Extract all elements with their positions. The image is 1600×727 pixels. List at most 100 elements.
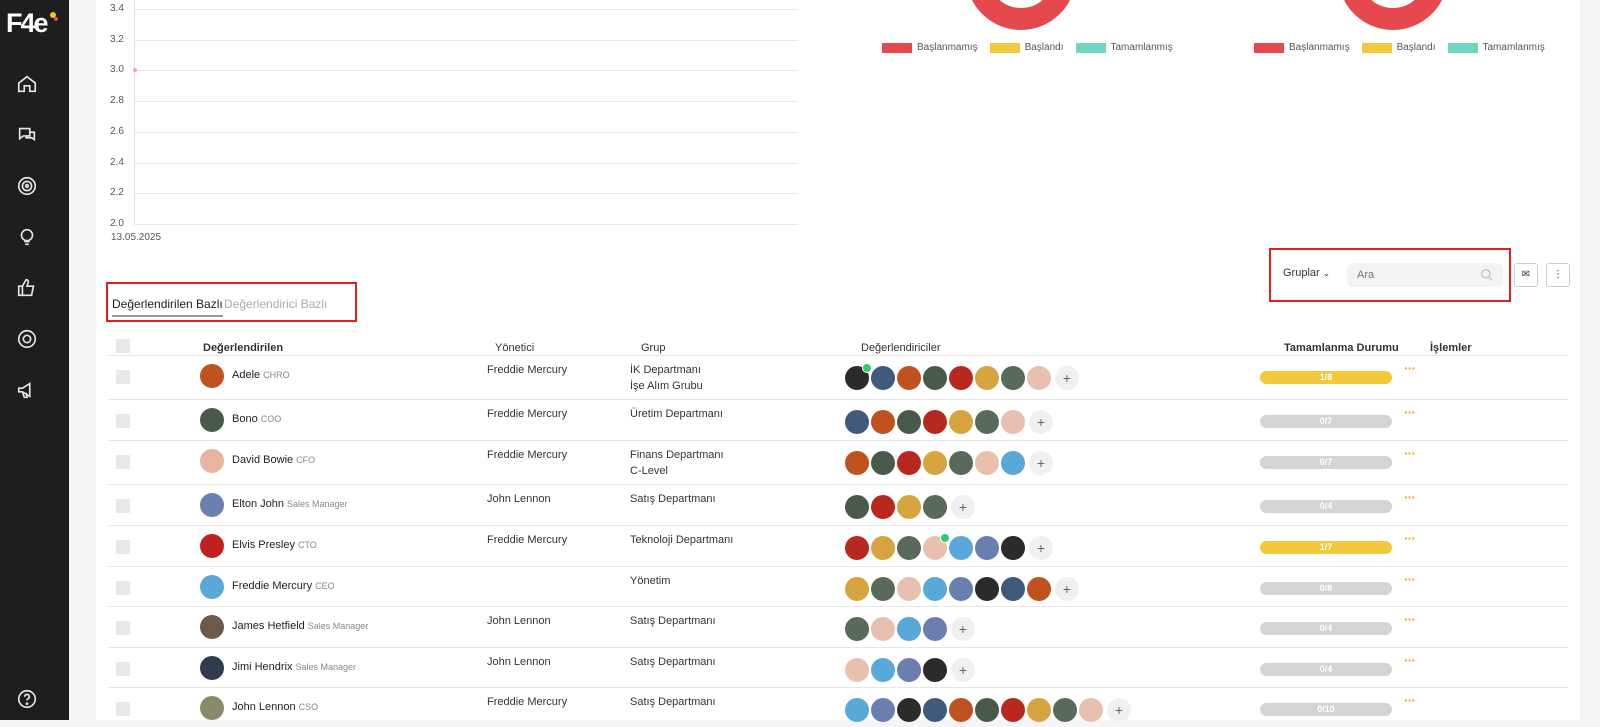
evaluator-avatar[interactable] (923, 698, 947, 722)
evaluator-avatar[interactable] (845, 451, 869, 475)
evaluator-avatar[interactable] (845, 363, 872, 390)
evaluator-avatar[interactable] (1001, 366, 1025, 390)
evaluator-avatar[interactable] (975, 451, 999, 475)
evaluator-avatar[interactable] (1027, 698, 1051, 722)
evaluator-avatar[interactable] (1027, 366, 1051, 390)
tab-evaluated-based[interactable]: Değerlendirilen Bazlı (112, 297, 223, 317)
row-checkbox[interactable] (116, 499, 130, 513)
header-evaluators[interactable]: Değerlendiriciler (861, 342, 940, 354)
add-evaluator-button[interactable]: + (1029, 451, 1053, 475)
evaluator-avatar[interactable] (897, 577, 921, 601)
evaluated-name[interactable]: Jimi Hendrix Sales Manager (232, 661, 356, 673)
evaluated-name[interactable]: Adele CHRO (232, 369, 290, 381)
megaphone-icon[interactable] (16, 379, 38, 401)
evaluated-name[interactable]: David Bowie CFO (232, 454, 315, 466)
evaluator-avatar[interactable] (845, 495, 869, 519)
row-actions-menu[interactable]: ··· (1404, 360, 1416, 376)
row-checkbox[interactable] (116, 702, 130, 716)
chat-icon[interactable] (16, 124, 38, 146)
evaluator-avatar[interactable] (871, 451, 895, 475)
evaluated-name[interactable]: Bono COO (232, 413, 281, 425)
evaluator-avatar[interactable] (1001, 577, 1025, 601)
evaluated-name[interactable]: James Hetfield Sales Manager (232, 620, 368, 632)
more-options-button[interactable]: ⋮ (1546, 263, 1570, 287)
evaluated-name[interactable]: Elton John Sales Manager (232, 498, 348, 510)
search-icon[interactable] (1480, 268, 1494, 282)
header-evaluated[interactable]: Değerlendirilen (203, 342, 283, 354)
tab-evaluator-based[interactable]: Değerlendirici Bazlı (224, 297, 327, 311)
legend-not-started[interactable]: Başlanmamış (882, 42, 978, 53)
evaluator-avatar[interactable] (949, 410, 973, 434)
legend-not-started[interactable]: Başlanmamış (1254, 42, 1350, 53)
evaluator-avatar[interactable] (949, 451, 973, 475)
table-row[interactable]: Elton John Sales Manager John Lennon Satı… (108, 484, 1568, 525)
evaluator-avatar[interactable] (1001, 536, 1025, 560)
legend-completed[interactable]: Tamamlanmış (1447, 42, 1545, 53)
add-evaluator-button[interactable]: + (1029, 410, 1053, 434)
header-completion-status[interactable]: Tamamlanma Durumu (1284, 342, 1399, 354)
legend-started[interactable]: Başlandı (1361, 42, 1436, 53)
row-checkbox[interactable] (116, 370, 130, 384)
evaluator-avatar[interactable] (923, 577, 947, 601)
evaluator-avatar[interactable] (897, 617, 921, 641)
evaluator-avatar[interactable] (897, 536, 921, 560)
table-row[interactable]: Bono COO Freddie Mercury Üretim Departman… (108, 399, 1568, 440)
groups-dropdown[interactable]: Gruplar ⌄ (1283, 267, 1330, 279)
app-logo[interactable]: F4e (6, 8, 56, 39)
legend-started[interactable]: Başlandı (989, 42, 1064, 53)
table-row[interactable]: James Hetfield Sales Manager John Lennon … (108, 606, 1568, 647)
table-row[interactable]: David Bowie CFO Freddie Mercury Finans De… (108, 440, 1568, 484)
evaluated-name[interactable]: John Lennon CSO (232, 701, 318, 713)
row-checkbox[interactable] (116, 540, 130, 554)
evaluator-avatar[interactable] (923, 451, 947, 475)
evaluator-avatar[interactable] (923, 495, 947, 519)
row-checkbox[interactable] (116, 621, 130, 635)
row-actions-menu[interactable]: ··· (1404, 571, 1416, 587)
row-actions-menu[interactable]: ··· (1404, 611, 1416, 627)
row-actions-menu[interactable]: ··· (1404, 445, 1416, 461)
evaluator-avatar[interactable] (897, 366, 921, 390)
add-evaluator-button[interactable]: + (951, 495, 975, 519)
email-button[interactable]: ✉ (1514, 263, 1538, 287)
evaluator-avatar[interactable] (949, 536, 973, 560)
evaluator-avatar[interactable] (975, 536, 999, 560)
evaluator-avatar[interactable] (845, 536, 869, 560)
evaluator-avatar[interactable] (845, 410, 869, 434)
add-evaluator-button[interactable]: + (1055, 366, 1079, 390)
row-actions-menu[interactable]: ··· (1404, 692, 1416, 708)
header-manager[interactable]: Yönetici (495, 342, 534, 354)
home-icon[interactable] (16, 73, 38, 95)
evaluator-avatar[interactable] (1027, 577, 1051, 601)
evaluator-avatar[interactable] (949, 577, 973, 601)
evaluator-avatar[interactable] (975, 698, 999, 722)
row-actions-menu[interactable]: ··· (1404, 652, 1416, 668)
evaluator-avatar[interactable] (975, 366, 999, 390)
evaluator-avatar[interactable] (871, 617, 895, 641)
evaluator-avatar[interactable] (1079, 698, 1103, 722)
target-icon[interactable] (16, 175, 38, 197)
add-evaluator-button[interactable]: + (951, 658, 975, 682)
evaluator-avatar[interactable] (975, 577, 999, 601)
legend-completed[interactable]: Tamamlanmış (1075, 42, 1173, 53)
row-checkbox[interactable] (116, 662, 130, 676)
evaluated-name[interactable]: Freddie Mercury CEO (232, 580, 335, 592)
evaluator-avatar[interactable] (845, 577, 869, 601)
help-icon[interactable] (16, 688, 38, 710)
evaluator-avatar[interactable] (897, 410, 921, 434)
table-row[interactable]: Freddie Mercury CEO Yönetim + 0/8 ··· (108, 566, 1568, 606)
select-all-checkbox[interactable] (116, 339, 130, 353)
table-row[interactable]: John Lennon CSO Freddie Mercury Satış Dep… (108, 687, 1568, 727)
lightbulb-icon[interactable] (16, 226, 38, 248)
evaluator-avatar[interactable] (897, 658, 921, 682)
evaluator-avatar[interactable] (923, 410, 947, 434)
evaluator-avatar[interactable] (1001, 451, 1025, 475)
evaluator-avatar[interactable] (949, 698, 973, 722)
evaluator-avatar[interactable] (845, 658, 869, 682)
evaluator-avatar[interactable] (897, 698, 921, 722)
row-actions-menu[interactable]: ··· (1404, 489, 1416, 505)
table-row[interactable]: Adele CHRO Freddie Mercury İK Departmanı İ… (108, 355, 1568, 399)
thumbs-up-icon[interactable] (16, 277, 38, 299)
evaluated-name[interactable]: Elvis Presley CTO (232, 539, 317, 551)
add-evaluator-button[interactable]: + (1055, 577, 1079, 601)
header-group[interactable]: Grup (641, 342, 665, 354)
